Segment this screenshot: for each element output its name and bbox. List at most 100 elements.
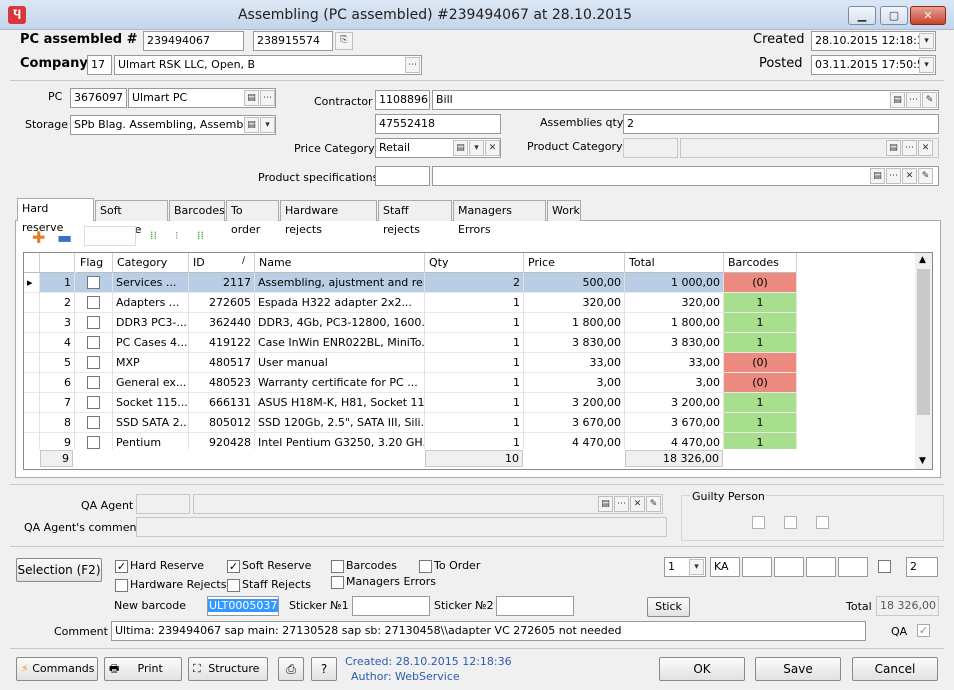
scroll-down-icon[interactable]: ▼	[919, 456, 926, 466]
flag-checkbox[interactable]	[87, 296, 100, 309]
row-number[interactable]: 4	[40, 333, 75, 353]
cell-category[interactable]: PC Cases 4...	[113, 333, 189, 353]
cell-price[interactable]: 500,00	[524, 273, 625, 293]
cell-name[interactable]: User manual	[255, 353, 425, 373]
cell-qty[interactable]: 1	[425, 353, 524, 373]
grid-filter-field[interactable]	[84, 226, 136, 246]
price-category-dropdown-icon[interactable]: ▾	[469, 140, 484, 156]
pc-assembled-second-number-field[interactable]: 238915574	[253, 31, 333, 51]
ka-field[interactable]: KA	[710, 557, 740, 577]
qa-checkbox[interactable]: ✓	[917, 624, 930, 637]
cell-price[interactable]: 3 670,00	[524, 413, 625, 433]
grid-header-qty[interactable]: Qty	[425, 253, 524, 273]
row-indicator[interactable]	[24, 313, 40, 333]
qa-agent-edit-icon[interactable]: ✎	[646, 496, 661, 512]
posted-dropdown-icon[interactable]: ▾	[919, 57, 934, 73]
product-category-code-field[interactable]	[623, 138, 678, 158]
row-number[interactable]: 2	[40, 293, 75, 313]
cell-qty[interactable]: 1	[425, 373, 524, 393]
row-number[interactable]: 5	[40, 353, 75, 373]
contractor-select-icon[interactable]: ▤	[890, 92, 905, 108]
row-number[interactable]: 7	[40, 393, 75, 413]
qa-agent-code-field[interactable]	[136, 494, 190, 514]
cell-name[interactable]: Assembling, ajustment and rei...	[255, 273, 425, 293]
grid-header-name[interactable]: Name	[255, 253, 425, 273]
copy-icon[interactable]: ⎘	[335, 32, 353, 50]
grid-header-flag[interactable]: Flag	[76, 253, 113, 273]
grid-header-price[interactable]: Price	[524, 253, 625, 273]
row-indicator[interactable]	[24, 333, 40, 353]
qa-agent-more-icon[interactable]: ⋯	[614, 496, 629, 512]
comment-field[interactable]: Ultima: 239494067 sap main: 27130528 sap…	[111, 621, 866, 641]
row-indicator[interactable]	[24, 413, 40, 433]
tab-staff-rejects[interactable]: Staff rejects	[378, 200, 452, 236]
guilty-check-1[interactable]	[752, 516, 765, 529]
qa-agent-name-field[interactable]	[193, 494, 663, 514]
cell-category[interactable]: Socket 115...	[113, 393, 189, 413]
pc-select-icon[interactable]: ▤	[244, 90, 259, 106]
cell-total[interactable]: 3,00	[625, 373, 724, 393]
row-number[interactable]: 8	[40, 413, 75, 433]
product-category-select-icon[interactable]: ▤	[886, 140, 901, 156]
extra-field-1[interactable]	[742, 557, 772, 577]
posted-date-field[interactable]: 03.11.2015 17:50:56	[811, 55, 936, 75]
cell-flag[interactable]	[75, 393, 113, 413]
add-row-icon[interactable]: ✚	[32, 228, 45, 247]
grid-header-total[interactable]: Total	[625, 253, 724, 273]
row-indicator[interactable]	[24, 353, 40, 373]
tab-to-order[interactable]: To order	[226, 200, 279, 236]
ok-button[interactable]: OK	[659, 657, 745, 681]
cell-category[interactable]: DDR3 PC3-...	[113, 313, 189, 333]
product-specs-edit-icon[interactable]: ✎	[918, 168, 933, 184]
row-indicator[interactable]	[24, 373, 40, 393]
cell-price[interactable]: 1 800,00	[524, 313, 625, 333]
cell-total[interactable]: 320,00	[625, 293, 724, 313]
created-dropdown-icon[interactable]: ▾	[919, 33, 934, 49]
cell-flag[interactable]	[75, 373, 113, 393]
row-number[interactable]: 1	[40, 273, 75, 293]
new-barcode-field[interactable]: ULT00050372	[207, 596, 279, 616]
cell-barcodes[interactable]: 1	[724, 333, 797, 353]
sticker1-field[interactable]	[352, 596, 430, 616]
save-button[interactable]: Save	[755, 657, 841, 681]
company-name-field[interactable]: Ulmart RSK LLC, Open, B	[114, 55, 422, 75]
product-specs-code-field[interactable]	[375, 166, 430, 186]
product-specs-more-icon[interactable]: ⋯	[886, 168, 901, 184]
qa-comment-field[interactable]	[136, 517, 667, 537]
cell-category[interactable]: SSD SATA 2...	[113, 413, 189, 433]
cell-barcodes[interactable]: (0)	[724, 373, 797, 393]
items-grid[interactable]: Flag Category ID Name Qty Price Total Barcodes /…	[23, 252, 933, 470]
attach-button[interactable]: ⎙	[278, 657, 304, 681]
qa-agent-clear-icon[interactable]: ✕	[630, 496, 645, 512]
cell-barcodes[interactable]: (0)	[724, 273, 797, 293]
contractor-name-field[interactable]: Bill	[432, 90, 939, 110]
cell-qty[interactable]: 1	[425, 413, 524, 433]
extra-field-3[interactable]	[806, 557, 836, 577]
sticker2-field[interactable]	[496, 596, 574, 616]
product-specs-select-icon[interactable]: ▤	[870, 168, 885, 184]
cell-id[interactable]: 480517	[189, 353, 255, 373]
contractor-code-field[interactable]: 1108896	[375, 90, 430, 110]
tab-managers-errors[interactable]: Managers Errors	[453, 200, 546, 236]
storage-dropdown-icon[interactable]: ▾	[260, 117, 275, 133]
cell-category[interactable]: MXP	[113, 353, 189, 373]
cell-category[interactable]: General ex...	[113, 373, 189, 393]
cell-flag[interactable]	[75, 313, 113, 333]
company-code-field[interactable]: 17	[87, 55, 112, 75]
tab-barcodes[interactable]: Barcodes	[169, 200, 225, 221]
cell-name[interactable]: Case InWin ENR022BL, MiniTo...	[255, 333, 425, 353]
product-category-clear-icon[interactable]: ✕	[918, 140, 933, 156]
cell-id[interactable]: 362440	[189, 313, 255, 333]
row-number[interactable]: 6	[40, 373, 75, 393]
product-specs-name-field[interactable]	[432, 166, 939, 186]
flag-checkbox[interactable]	[87, 376, 100, 389]
cell-id[interactable]: 2117	[189, 273, 255, 293]
storage-select-icon[interactable]: ▤	[244, 117, 259, 133]
cell-total[interactable]: 3 200,00	[625, 393, 724, 413]
cell-barcodes[interactable]: 1	[724, 313, 797, 333]
grid-header-id[interactable]: ID	[189, 253, 255, 273]
cell-total[interactable]: 3 830,00	[625, 333, 724, 353]
cell-total[interactable]: 1 000,00	[625, 273, 724, 293]
company-more-icon[interactable]: ⋯	[405, 57, 420, 73]
remove-row-icon[interactable]: ▬	[57, 228, 72, 247]
